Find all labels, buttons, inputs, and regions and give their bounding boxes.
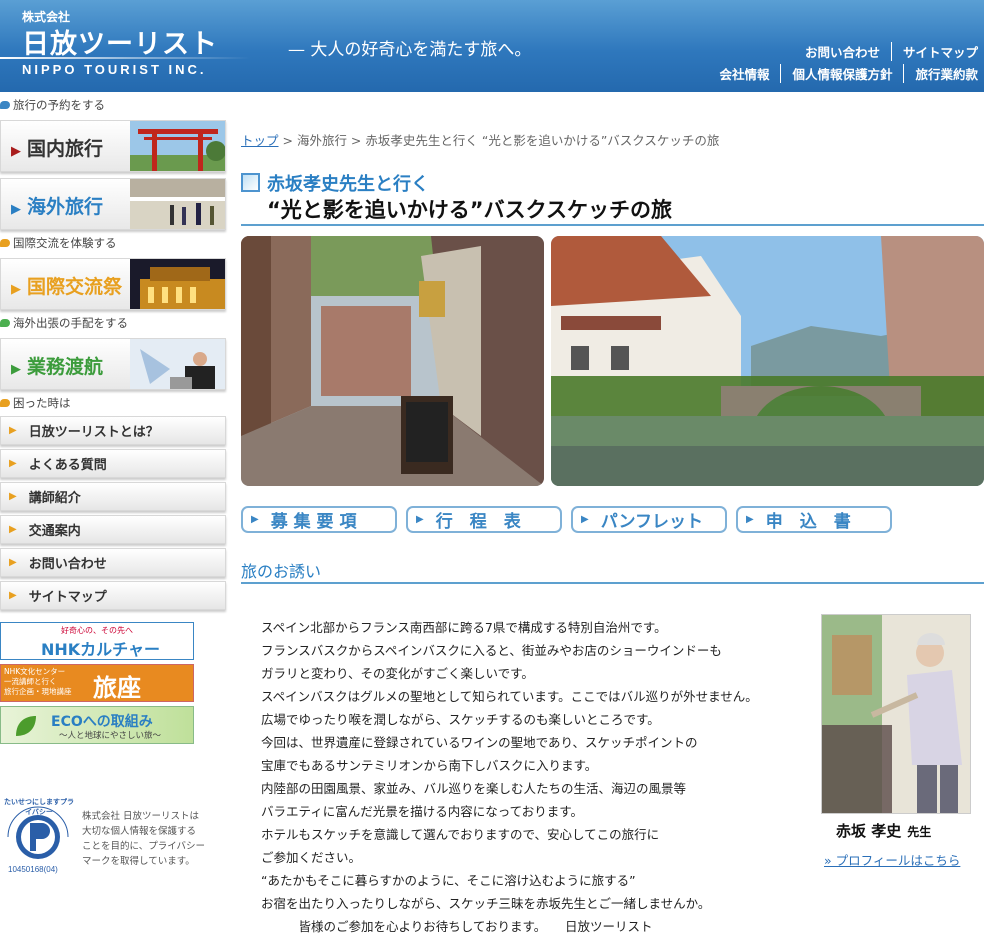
triangle-icon: ▶ [9, 491, 17, 502]
triangle-icon: ▶ [251, 514, 259, 525]
triangle-icon: ▶ [9, 524, 17, 535]
triangle-icon: ▶ [9, 590, 17, 601]
page-title: 赤坂孝史先生と行く “光と影を追いかける”バスクスケッチの旅 [241, 170, 984, 226]
sidebar-item-faq[interactable]: ▶ よくある質問 [0, 449, 226, 478]
breadcrumb-home[interactable]: トップ [241, 133, 279, 148]
privacy-text: 株式会社 日放ツーリストは 大切な個人情報を保護する ことを目的に、プライバシー… [82, 811, 206, 867]
nav-privacy-policy[interactable]: 個人情報保護方針 [780, 64, 903, 83]
airport-image [130, 179, 225, 229]
international-festival-button[interactable]: ▶ 国際交流祭 [0, 258, 226, 310]
section-header-business: 海外出張の手配をする [0, 314, 230, 332]
nav-contact[interactable]: お問い合わせ [794, 42, 891, 61]
privacy-arc-text: たいせつにしますプライバシー [4, 798, 74, 816]
tab-recruitment[interactable]: ▶ 募 集 要 項 [241, 506, 397, 533]
privacy-mark-section[interactable]: たいせつにしますプライバシー 10450168(04) 株式会社 日放ツーリスト… [0, 795, 230, 885]
nhk-culture-banner[interactable]: 好奇心の、その先へ NHKカルチャー [0, 622, 194, 660]
tagline: — 大人の好奇心を満たす旅へ。 [288, 40, 532, 60]
site-logo[interactable]: 日放ツーリスト [22, 22, 218, 61]
triangle-icon: ▶ [11, 202, 21, 217]
privacy-number: 10450168(04) [8, 865, 58, 874]
speech-bubble-icon [0, 319, 10, 327]
night-building-image [130, 259, 225, 309]
triangle-icon: ▶ [746, 514, 754, 525]
tab-itinerary[interactable]: ▶ 行 程 表 [406, 506, 562, 533]
speech-bubble-icon [0, 399, 10, 407]
nav-company-info[interactable]: 会社情報 [708, 64, 780, 83]
business-travel-button[interactable]: ▶ 業務渡航 [0, 338, 226, 390]
profile-link[interactable]: » プロフィールはこちら [824, 850, 960, 869]
page-title-line2: “光と影を追いかける”バスクスケッチの旅 [267, 198, 672, 222]
section-header-help: 困った時は [0, 394, 230, 412]
sidebar-item-sitemap[interactable]: ▶ サイトマップ [0, 581, 226, 610]
sidebar: 旅行の予約をする ▶ 国内旅行 ▶ 海外旅行 国際交流を体験する ▶ 国際交流祭 海外… [0, 92, 230, 744]
header-nav-bottom: 会社情報 個人情報保護方針 旅行業約款 [708, 64, 978, 83]
tab-pamphlet[interactable]: ▶ パンフレット [571, 506, 727, 533]
section-title: 旅のお誘い [241, 558, 984, 584]
triangle-icon: ▶ [11, 144, 21, 159]
section-header-booking: 旅行の予約をする [0, 96, 230, 114]
logo-underline [0, 57, 250, 59]
breadcrumb-overseas[interactable]: 海外旅行 [297, 133, 347, 148]
speech-bubble-icon [0, 239, 10, 247]
tab-application[interactable]: ▶ 申 込 書 [736, 506, 892, 533]
header-nav-top: お問い合わせ サイトマップ [794, 42, 978, 61]
triangle-icon: ▶ [11, 282, 21, 297]
street-photo [241, 236, 544, 486]
breadcrumb: トップ > 海外旅行 > 赤坂孝史先生と行く “光と影を追いかける”バスクスケッ… [241, 133, 720, 148]
nav-sitemap[interactable]: サイトマップ [890, 42, 978, 61]
section-header-exchange: 国際交流を体験する [0, 234, 230, 252]
torii-gate-image [130, 121, 225, 171]
domestic-travel-button[interactable]: ▶ 国内旅行 [0, 120, 226, 172]
triangle-icon: ▶ [9, 458, 17, 469]
invitation-text: スペイン北部からフランス南西部に跨る7県で構成する特別自治州です。 フランスバス… [261, 620, 758, 934]
businessman-image [130, 339, 225, 389]
triangle-icon: ▶ [9, 425, 17, 436]
tabiza-banner[interactable]: NHK文化センター 一流講師と行く 旅行企画・現地講座 旅座 [0, 664, 194, 702]
sidebar-item-contact[interactable]: ▶ お問い合わせ [0, 548, 226, 577]
overseas-travel-button[interactable]: ▶ 海外旅行 [0, 178, 226, 230]
sidebar-item-instructors[interactable]: ▶ 講師紹介 [0, 482, 226, 511]
sidebar-item-about[interactable]: ▶ 日放ツーリストとは？ [0, 416, 226, 445]
instructor-name: 赤坂 孝史 先生 [836, 822, 932, 840]
triangle-icon: ▶ [9, 557, 17, 568]
triangle-icon: ▶ [416, 514, 424, 525]
triangle-icon: ▶ [581, 514, 589, 525]
site-header: 株式会社 日放ツーリスト NIPPO TOURIST INC. — 大人の好奇心… [0, 0, 984, 92]
breadcrumb-current: 赤坂孝史先生と行く “光と影を追いかける”バスクスケッチの旅 [365, 133, 720, 148]
page-title-line1: 赤坂孝史先生と行く [267, 174, 429, 195]
bridge-photo [551, 236, 984, 486]
title-icon [241, 173, 260, 192]
nav-terms[interactable]: 旅行業約款 [903, 64, 978, 83]
eco-banner[interactable]: ECOへの取組み 〜人と地球にやさしい旅〜 [0, 706, 194, 744]
profile-painting [821, 614, 971, 814]
sidebar-item-access[interactable]: ▶ 交通案内 [0, 515, 226, 544]
speech-bubble-icon [0, 101, 10, 109]
triangle-icon: ▶ [11, 362, 21, 377]
leaf-icon [16, 716, 36, 736]
company-english-name: NIPPO TOURIST INC. [22, 62, 207, 77]
